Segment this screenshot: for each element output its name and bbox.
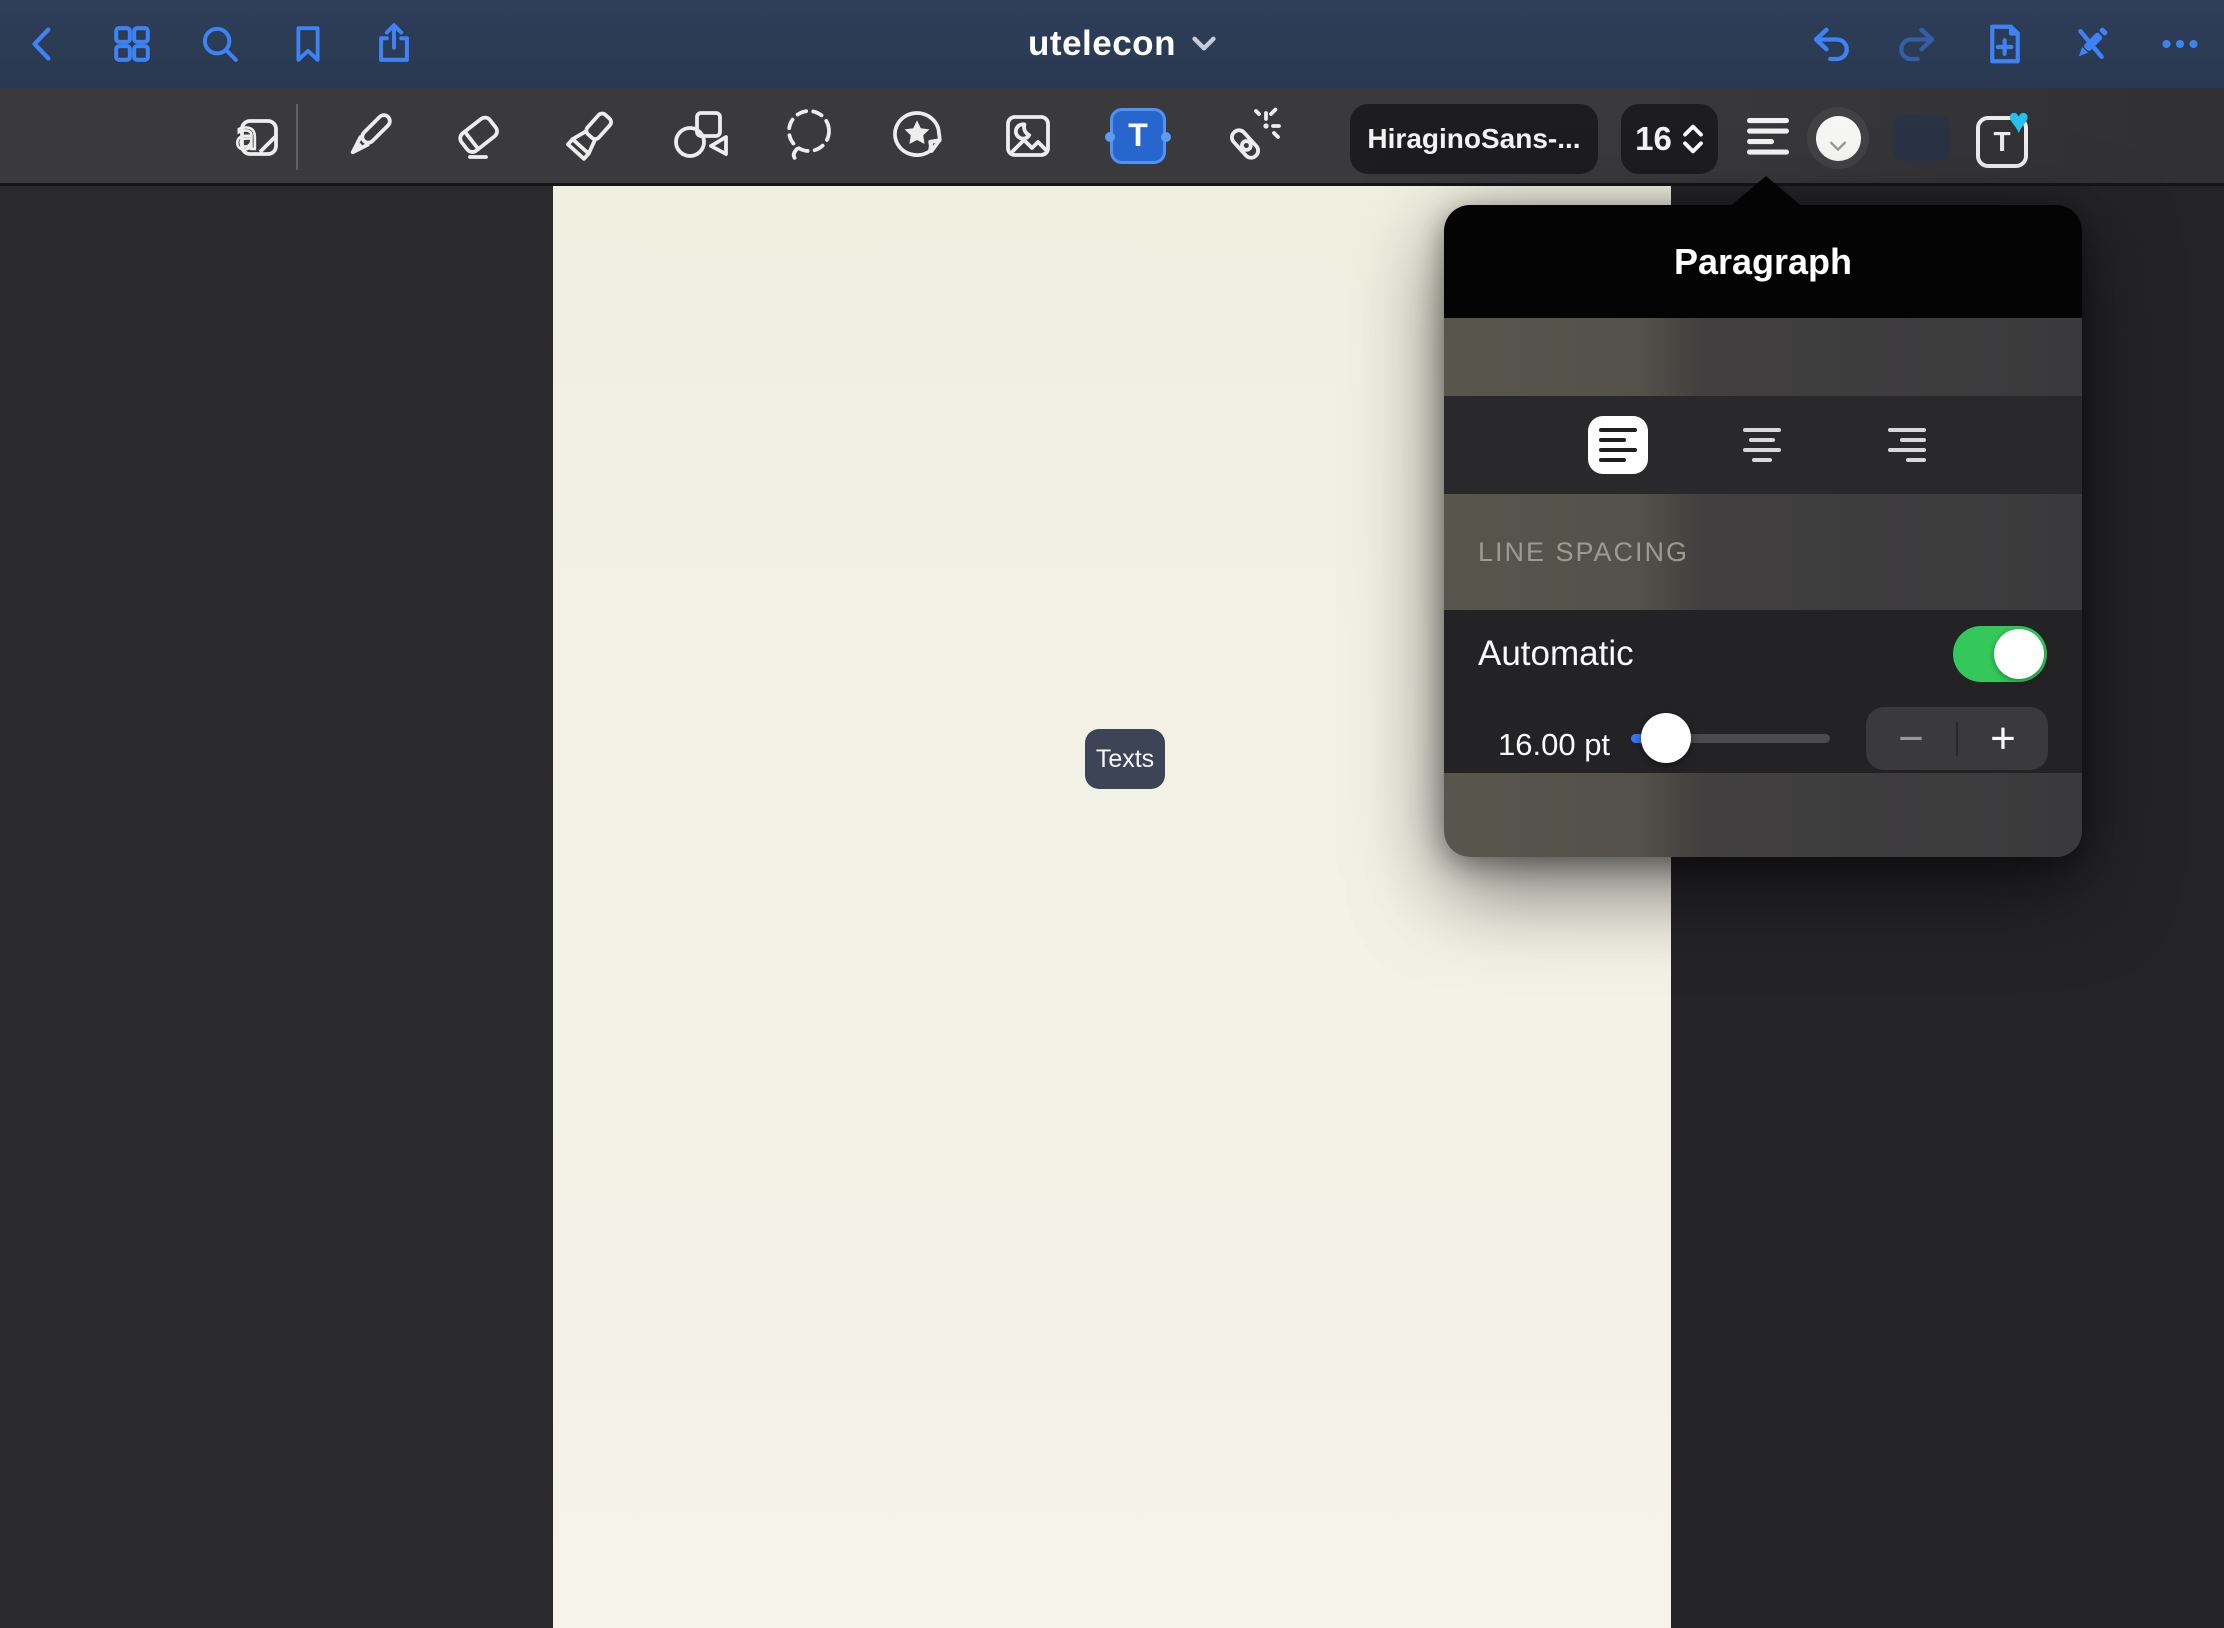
elements-tool-button[interactable] bbox=[877, 88, 957, 183]
lasso-tool-button[interactable] bbox=[769, 88, 849, 183]
pen-tool-button[interactable] bbox=[329, 88, 409, 183]
decrease-spacing-button[interactable]: − bbox=[1866, 717, 1956, 761]
popover-title: Paragraph bbox=[1674, 241, 1852, 283]
document-title-button[interactable]: utelecon bbox=[962, 0, 1282, 88]
undo-icon bbox=[1807, 20, 1855, 68]
shapes-tool-button[interactable] bbox=[660, 88, 740, 183]
title-bar: utelecon bbox=[0, 0, 2224, 88]
plus-glyph: + bbox=[1990, 717, 2016, 761]
popover-material-band-top bbox=[1444, 318, 2082, 396]
selected-text-object[interactable]: Texts bbox=[1085, 729, 1165, 789]
align-right-option-icon bbox=[1888, 428, 1926, 462]
align-center-option[interactable] bbox=[1732, 416, 1792, 474]
font-family-button[interactable]: HiraginoSans-... bbox=[1350, 104, 1598, 174]
search-icon bbox=[197, 21, 243, 67]
dimmed-color-swatch[interactable] bbox=[1893, 115, 1950, 161]
back-chevron-icon bbox=[21, 21, 67, 67]
automatic-toggle[interactable] bbox=[1953, 626, 2047, 682]
document-title: utelecon bbox=[1028, 24, 1176, 64]
shapes-icon bbox=[668, 104, 732, 168]
paragraph-popover: Paragraph LINE SPACING bbox=[1444, 205, 2082, 857]
app-frame: utelecon bbox=[0, 0, 2224, 1628]
popover-arrow bbox=[1728, 176, 1804, 208]
highlighter-tool-button[interactable] bbox=[550, 88, 630, 183]
search-button[interactable] bbox=[184, 0, 256, 88]
color-chevron-down-icon bbox=[1829, 141, 1847, 152]
readonly-toggle-button[interactable] bbox=[2055, 0, 2127, 88]
popover-material-band-bottom bbox=[1444, 773, 2082, 857]
canvas-background-left bbox=[0, 186, 553, 1628]
toolbar-divider bbox=[296, 104, 298, 170]
grid-icon bbox=[109, 21, 155, 67]
toggle-knob bbox=[1994, 629, 2044, 679]
lasso-icon bbox=[777, 104, 841, 168]
selected-text-label: Texts bbox=[1096, 745, 1154, 774]
image-icon bbox=[996, 104, 1060, 168]
selection-handle-right bbox=[1161, 132, 1171, 142]
ellipsis-icon bbox=[2156, 20, 2204, 68]
line-spacing-section-label: LINE SPACING bbox=[1478, 537, 1689, 568]
spacing-value-label: 16.00 pt bbox=[1498, 727, 1610, 763]
pen-icon bbox=[337, 104, 401, 168]
highlighter-icon bbox=[558, 104, 622, 168]
automatic-label: Automatic bbox=[1478, 634, 1634, 674]
align-left-option[interactable] bbox=[1588, 416, 1648, 474]
text-color-button[interactable] bbox=[1807, 107, 1869, 169]
image-tool-button[interactable] bbox=[988, 88, 1068, 183]
line-spacing-section-band: LINE SPACING bbox=[1444, 494, 2082, 610]
zoom-tool-glyph: a bbox=[235, 114, 258, 158]
add-page-icon bbox=[1981, 20, 2029, 68]
spacing-slider-knob[interactable] bbox=[1641, 713, 1691, 763]
text-tool-glyph: T bbox=[1128, 117, 1148, 154]
more-button[interactable] bbox=[2144, 0, 2216, 88]
size-stepper-chevrons-icon bbox=[1682, 124, 1704, 154]
color-swatch-white bbox=[1816, 116, 1861, 161]
text-tool-selected-box: T bbox=[1110, 108, 1166, 164]
heart-icon: ♥ bbox=[2008, 100, 2029, 142]
add-page-button[interactable] bbox=[1969, 0, 2041, 88]
back-button[interactable] bbox=[8, 0, 80, 88]
favorite-text-style-button[interactable]: T ♥ bbox=[1972, 108, 2042, 174]
bookmark-icon bbox=[286, 22, 330, 66]
title-chevron-down-icon bbox=[1192, 36, 1216, 52]
eraser-icon bbox=[446, 104, 510, 168]
font-family-label: HiraginoSans-... bbox=[1367, 123, 1580, 155]
align-left-icon bbox=[1744, 115, 1792, 157]
paragraph-alignment-button[interactable] bbox=[1728, 88, 1808, 183]
pen-cross-icon bbox=[2067, 20, 2115, 68]
zoom-window-icon: a bbox=[224, 104, 288, 168]
alignment-row bbox=[1444, 396, 2082, 494]
text-tool-button[interactable]: T bbox=[1098, 88, 1178, 183]
bookmark-button[interactable] bbox=[272, 0, 344, 88]
laser-tool-button[interactable] bbox=[1209, 88, 1289, 183]
zoom-window-tool-button[interactable]: a bbox=[216, 88, 296, 183]
sticker-star-icon bbox=[885, 104, 949, 168]
eraser-tool-button[interactable] bbox=[438, 88, 518, 183]
selection-handle-left bbox=[1105, 132, 1115, 142]
font-size-button[interactable]: 16 bbox=[1621, 104, 1718, 174]
redo-icon bbox=[1893, 20, 1941, 68]
laser-pointer-icon bbox=[1217, 104, 1281, 168]
line-spacing-card: Automatic 16.00 pt − + bbox=[1444, 610, 2082, 773]
spacing-stepper: − + bbox=[1866, 707, 2048, 770]
popover-header: Paragraph bbox=[1444, 205, 2082, 318]
minus-glyph: − bbox=[1898, 717, 1924, 761]
undo-button[interactable] bbox=[1795, 0, 1867, 88]
font-size-label: 16 bbox=[1635, 120, 1672, 158]
align-center-option-icon bbox=[1743, 428, 1781, 462]
increase-spacing-button[interactable]: + bbox=[1958, 717, 2048, 761]
redo-button[interactable] bbox=[1881, 0, 1953, 88]
share-icon bbox=[371, 21, 417, 67]
align-left-option-icon bbox=[1599, 428, 1637, 462]
pages-overview-button[interactable] bbox=[96, 0, 168, 88]
share-button[interactable] bbox=[358, 0, 430, 88]
align-right-option[interactable] bbox=[1877, 416, 1937, 474]
